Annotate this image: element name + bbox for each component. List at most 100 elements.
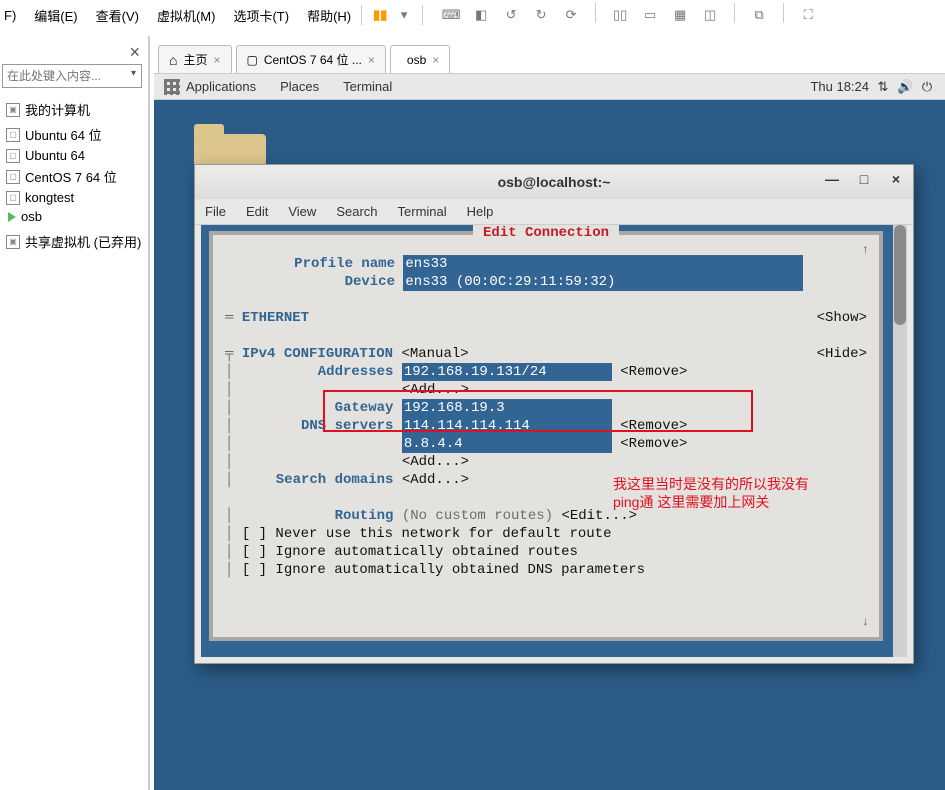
toolbar-separator [783, 3, 784, 23]
tab-label: CentOS 7 64 位 ... [264, 51, 362, 68]
tab-label: osb [407, 53, 426, 67]
dropdown-icon[interactable]: ▾ [392, 3, 416, 27]
fullscreen-icon[interactable]: ⛶ [796, 3, 820, 27]
tree-item-label: CentOS 7 64 位 [25, 167, 117, 186]
menu-view[interactable]: View [288, 204, 316, 219]
scroll-down-icon: ↓ [862, 613, 869, 631]
console-icon[interactable]: ⧉ [747, 3, 771, 27]
terminal-body[interactable]: Edit Connection ↑ ↓ Profile name ens33 D… [201, 225, 907, 657]
menu-view[interactable]: 查看(V) [94, 4, 141, 27]
revert-icon[interactable]: ↺ [499, 3, 523, 27]
tree-item[interactable]: ▢Ubuntu 64 [6, 146, 148, 165]
menu-edit[interactable]: Edit [246, 204, 268, 219]
hide-button[interactable]: <Hide> [817, 345, 867, 363]
menu-file[interactable]: File [205, 204, 226, 219]
profile-name-field[interactable]: ens33 [403, 255, 803, 273]
tree-item-label: Ubuntu 64 位 [25, 125, 102, 144]
shared-icon: ▣ [6, 235, 20, 249]
routing-value: (No custom routes) [402, 508, 553, 524]
annotation-text: 我这里当时是没有的所以我没有 ping通 这里需要加上网关 [613, 475, 833, 511]
host-menubar: F) 编辑(E) 查看(V) 虚拟机(M) 选项卡(T) 帮助(H) [0, 0, 355, 30]
menu-terminal[interactable]: Terminal [398, 204, 447, 219]
scroll-up-icon: ↑ [862, 241, 869, 259]
volume-icon[interactable]: 🔊 [897, 79, 913, 95]
checkbox-default-route[interactable]: [ ] Never use this network for default r… [242, 526, 612, 542]
panel-terminal[interactable]: Terminal [343, 79, 392, 94]
close-icon[interactable]: × [368, 53, 375, 67]
menu-edit[interactable]: 编辑(E) [32, 4, 79, 27]
tree-item-label: osb [21, 209, 42, 224]
panel-places[interactable]: Places [280, 79, 319, 94]
panel-clock[interactable]: Thu 18:24 [810, 79, 869, 94]
toolbar-separator [422, 5, 423, 25]
pause-icon[interactable]: ▮▮ [368, 3, 392, 27]
apps-grid-icon [164, 79, 180, 95]
vm-icon: ▢ [6, 170, 20, 184]
device-label: Device [345, 274, 395, 290]
tree-root[interactable]: ▣我的计算机 [6, 98, 148, 123]
tree-item[interactable]: osb [6, 207, 148, 226]
dns2-field[interactable]: 8.8.4.4 [402, 435, 612, 453]
device-field[interactable]: ens33 (00:0C:29:11:59:32) [403, 273, 803, 291]
close-icon[interactable]: × [213, 53, 220, 67]
checkbox-ignore-routes[interactable]: [ ] Ignore automatically obtained routes [242, 544, 578, 560]
manage-icon[interactable]: ⟳ [559, 3, 583, 27]
layout4-icon[interactable]: ◫ [698, 3, 722, 27]
vm-icon: ▢ [247, 53, 258, 67]
nmtui-box: Edit Connection ↑ ↓ Profile name ens33 D… [209, 231, 883, 641]
terminal-window: osb@localhost:~ — □ × File Edit View Sea… [194, 164, 914, 664]
running-vm-icon [8, 212, 16, 222]
ethernet-section[interactable]: ETHERNET [242, 310, 309, 326]
scrollbar-thumb[interactable] [894, 225, 906, 325]
tree-item[interactable]: ▢kongtest [6, 188, 148, 207]
profile-label: Profile name [294, 256, 395, 272]
power-icon[interactable]: ⏻ [919, 79, 935, 95]
panel-apps[interactable]: Applications [186, 79, 256, 94]
forward-icon[interactable]: ↻ [529, 3, 553, 27]
remove-button[interactable]: <Remove> [620, 436, 687, 452]
tree-item[interactable]: ▢ Ubuntu 64 位 [6, 123, 148, 146]
vm-display[interactable]: Applications Places Terminal Thu 18:24 ⇅… [154, 74, 945, 790]
annotation-box [323, 390, 753, 432]
network-icon[interactable]: ⇅ [875, 79, 891, 95]
tab-osb[interactable]: osb × [390, 45, 450, 73]
tree-shared[interactable]: ▣共享虚拟机 (已弃用) [6, 230, 148, 255]
menu-search[interactable]: Search [336, 204, 377, 219]
snapshot-icon[interactable]: ◧ [469, 3, 493, 27]
layout2-icon[interactable]: ▭ [638, 3, 662, 27]
search-input[interactable] [2, 64, 142, 88]
tui-title: Edit Connection [483, 225, 609, 241]
terminal-menubar: File Edit View Search Terminal Help [195, 199, 913, 225]
checkbox-ignore-dns[interactable]: [ ] Ignore automatically obtained DNS pa… [242, 562, 645, 578]
tab-centos[interactable]: ▢ CentOS 7 64 位 ... × [236, 45, 386, 73]
ipv4-mode[interactable]: <Manual> [401, 346, 468, 362]
minimize-button[interactable]: — [823, 171, 841, 187]
menu-vm[interactable]: 虚拟机(M) [155, 4, 218, 27]
show-button[interactable]: <Show> [817, 309, 867, 327]
close-button[interactable]: × [887, 171, 905, 187]
vm-icon: ▢ [6, 191, 20, 205]
tab-home[interactable]: ⌂主页× [158, 45, 232, 73]
menu-file[interactable]: F) [2, 6, 18, 25]
scrollbar[interactable] [893, 225, 907, 657]
vm-icon: ▢ [6, 128, 20, 142]
sidebar: × ▣我的计算机 ▢Ubuntu 64 位 ▢Ubuntu 64 ▢CentOS… [0, 36, 150, 790]
search-domains-label: Search domains [276, 472, 394, 488]
menu-tabs[interactable]: 选项卡(T) [231, 4, 291, 27]
tree-item[interactable]: ▢ CentOS 7 64 位 [6, 165, 148, 188]
remove-button[interactable]: <Remove> [620, 364, 687, 380]
menu-help[interactable]: 帮助(H) [305, 4, 353, 27]
address-field[interactable]: 192.168.19.131/24 [402, 363, 612, 381]
tabs-row: ⌂主页× ▢ CentOS 7 64 位 ... × osb × [154, 42, 945, 74]
close-icon[interactable]: × [432, 53, 439, 67]
menu-help[interactable]: Help [467, 204, 494, 219]
window-titlebar[interactable]: osb@localhost:~ — □ × [195, 165, 913, 199]
maximize-button[interactable]: □ [855, 171, 873, 187]
layout1-icon[interactable]: ▯▯ [608, 3, 632, 27]
gnome-top-panel: Applications Places Terminal Thu 18:24 ⇅… [154, 74, 945, 100]
add-button[interactable]: <Add...> [402, 472, 469, 488]
send-keys-icon[interactable]: ⌨ [439, 3, 463, 27]
layout3-icon[interactable]: ▦ [668, 3, 692, 27]
add-button[interactable]: <Add...> [402, 454, 469, 470]
tree-root-label: 我的计算机 [25, 100, 90, 119]
